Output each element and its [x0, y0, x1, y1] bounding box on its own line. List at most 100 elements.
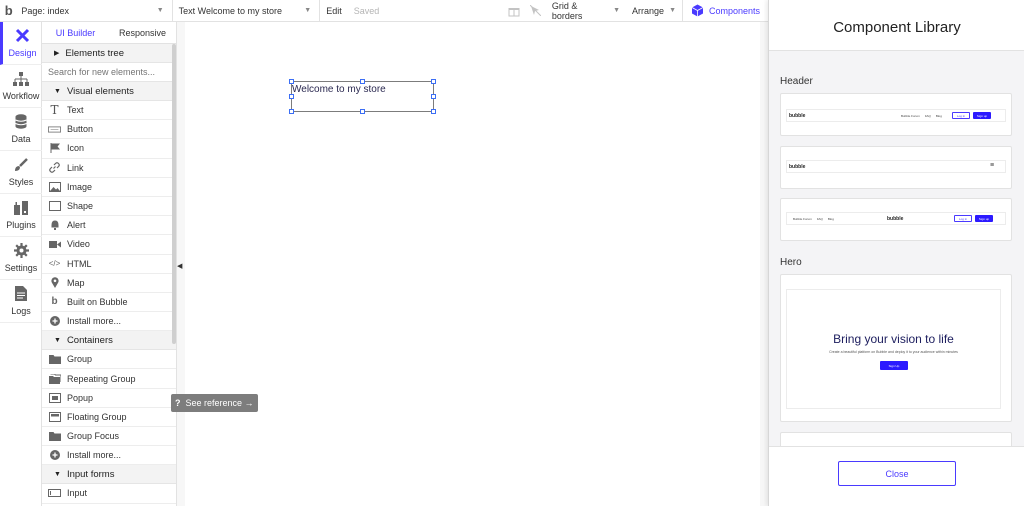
element-repeating-group[interactable]: Repeating Group — [42, 369, 176, 389]
left-tab-bar: Design Workflow Data Styles Plugins Sett… — [0, 22, 42, 506]
header-component-3[interactable]: Bubble Forum FAQ Blog bubble Log in Sign… — [780, 198, 1012, 241]
element-shape[interactable]: Shape — [42, 197, 176, 217]
edit-menu[interactable]: Edit — [320, 0, 348, 22]
components-button[interactable]: Components — [683, 0, 768, 22]
element-alert[interactable]: Alert — [42, 216, 176, 236]
tab-workflow[interactable]: Workflow — [0, 65, 42, 108]
element-label: Map — [67, 277, 85, 288]
input-forms-header[interactable]: ▼ Input forms — [42, 465, 176, 485]
bubble-logo-icon: b — [51, 296, 58, 308]
arrange-menu[interactable]: Arrange ▼ — [626, 0, 682, 22]
grid-borders-menu[interactable]: Grid & borders ▼ — [546, 0, 626, 22]
elements-tree-label: Elements tree — [65, 47, 125, 59]
element-button[interactable]: Button — [42, 120, 176, 140]
element-link[interactable]: Link — [42, 159, 176, 178]
tab-styles[interactable]: Styles — [0, 151, 42, 194]
tab-design[interactable]: Design — [0, 22, 42, 65]
element-label: HTML — [67, 258, 92, 269]
collapse-panel-arrow[interactable]: ◀ — [177, 262, 183, 270]
hero-section-title: Hero — [780, 257, 802, 268]
resize-handle[interactable] — [289, 109, 294, 114]
canvas-area[interactable]: ◀ Welcome to my store — [177, 22, 768, 506]
element-label: Video — [67, 239, 90, 250]
plugins-icon — [13, 200, 29, 217]
tab-logs[interactable]: Logs — [0, 280, 42, 323]
resize-handle[interactable] — [289, 79, 294, 84]
tab-responsive[interactable]: Responsive — [109, 22, 176, 43]
containers-header[interactable]: ▼ Containers — [42, 331, 176, 351]
canvas-page[interactable]: Welcome to my store — [185, 22, 760, 506]
chevron-down-icon: ▼ — [54, 87, 61, 95]
close-button[interactable]: Close — [838, 461, 956, 486]
element-label: Input — [67, 488, 88, 499]
arrange-label: Arrange — [632, 5, 665, 16]
header-section-title: Header — [780, 76, 813, 87]
cursor-icon[interactable] — [525, 0, 546, 22]
element-image[interactable]: Image — [42, 178, 176, 197]
panel-tabs: UI Builder Responsive — [42, 22, 176, 44]
element-built-on-bubble[interactable]: b Built on Bubble — [42, 293, 176, 313]
install-more-visual[interactable]: Install more... — [42, 312, 176, 332]
resize-handle[interactable] — [431, 109, 436, 114]
tab-plugins[interactable]: Plugins — [0, 194, 42, 237]
mini-login-button: Log in — [952, 112, 970, 119]
bubble-logo[interactable]: b — [0, 0, 17, 22]
mini-link: Bubble Forum — [793, 217, 812, 221]
hero-component[interactable]: Bring your vision to life Create a beaut… — [780, 274, 1012, 422]
tab-ui-builder[interactable]: UI Builder — [42, 22, 109, 43]
resize-handle[interactable] — [360, 109, 365, 114]
saved-status: Saved — [353, 5, 380, 16]
plus-circle-icon — [48, 316, 61, 327]
element-input[interactable]: Input — [42, 484, 176, 504]
element-floating-group[interactable]: Floating Group — [42, 408, 176, 427]
search-input[interactable] — [48, 67, 168, 77]
mini-nav-links: Bubble Forum FAQ Blog — [901, 114, 942, 118]
chevron-down-icon: ▼ — [304, 7, 312, 14]
element-group[interactable]: Group — [42, 350, 176, 370]
element-label: Text — [67, 105, 84, 116]
element-label: Install more... — [67, 450, 122, 461]
see-reference-tooltip[interactable]: ? See reference → — [171, 394, 258, 412]
element-icon[interactable]: Icon — [42, 139, 176, 159]
tab-settings-label: Settings — [4, 263, 38, 273]
resize-handle[interactable] — [431, 79, 436, 84]
mini-signup-button: Sign up — [975, 215, 993, 222]
element-group-focus[interactable]: Group Focus — [42, 427, 176, 447]
library-body[interactable]: Header bubble Bubble Forum FAQ Blog Log … — [769, 51, 1024, 446]
selected-text-element[interactable]: Welcome to my store — [289, 79, 436, 114]
cube-icon — [691, 4, 704, 17]
visual-elements-header[interactable]: ▼ Visual elements — [42, 82, 176, 101]
header-component-1[interactable]: bubble Bubble Forum FAQ Blog Log in Sign… — [780, 93, 1012, 136]
tab-settings[interactable]: Settings — [0, 237, 42, 280]
library-title: Component Library — [833, 19, 961, 36]
resize-handle[interactable] — [360, 79, 365, 84]
element-video[interactable]: Video — [42, 235, 176, 255]
install-more-containers[interactable]: Install more... — [42, 446, 176, 466]
element-map[interactable]: Map — [42, 274, 176, 293]
resize-handle[interactable] — [289, 94, 294, 99]
element-label: Button — [67, 124, 94, 135]
search-row — [42, 63, 176, 82]
element-text[interactable]: T Text — [42, 101, 176, 121]
see-reference-label: See reference → — [185, 398, 254, 408]
element-popup[interactable]: Popup — [42, 389, 176, 408]
visual-elements-label: Visual elements — [66, 85, 134, 97]
input-icon — [48, 489, 61, 498]
header-preview: Bubble Forum FAQ Blog bubble Log in Sign… — [786, 212, 1006, 225]
element-html[interactable]: </> HTML — [42, 255, 176, 274]
tab-styles-label: Styles — [8, 176, 34, 187]
page-selector[interactable]: Page: index ▼ — [17, 0, 173, 22]
element-selector[interactable]: Text Welcome to my store ▼ — [173, 0, 321, 22]
mini-link: FAQ — [924, 114, 931, 118]
gift-icon[interactable] — [503, 0, 524, 22]
resize-handle[interactable] — [431, 94, 436, 99]
plus-circle-icon — [48, 450, 61, 461]
hero-component-2[interactable] — [780, 432, 1012, 446]
bell-icon — [48, 220, 61, 231]
tab-data[interactable]: Data — [0, 108, 42, 151]
elements-tree-header[interactable]: ▶ Elements tree — [42, 44, 176, 63]
components-label: Components — [708, 5, 760, 16]
panel-scrollbar[interactable] — [172, 44, 176, 344]
header-component-2[interactable]: bubble ≡ — [780, 146, 1012, 189]
library-footer: Close — [769, 446, 1024, 506]
